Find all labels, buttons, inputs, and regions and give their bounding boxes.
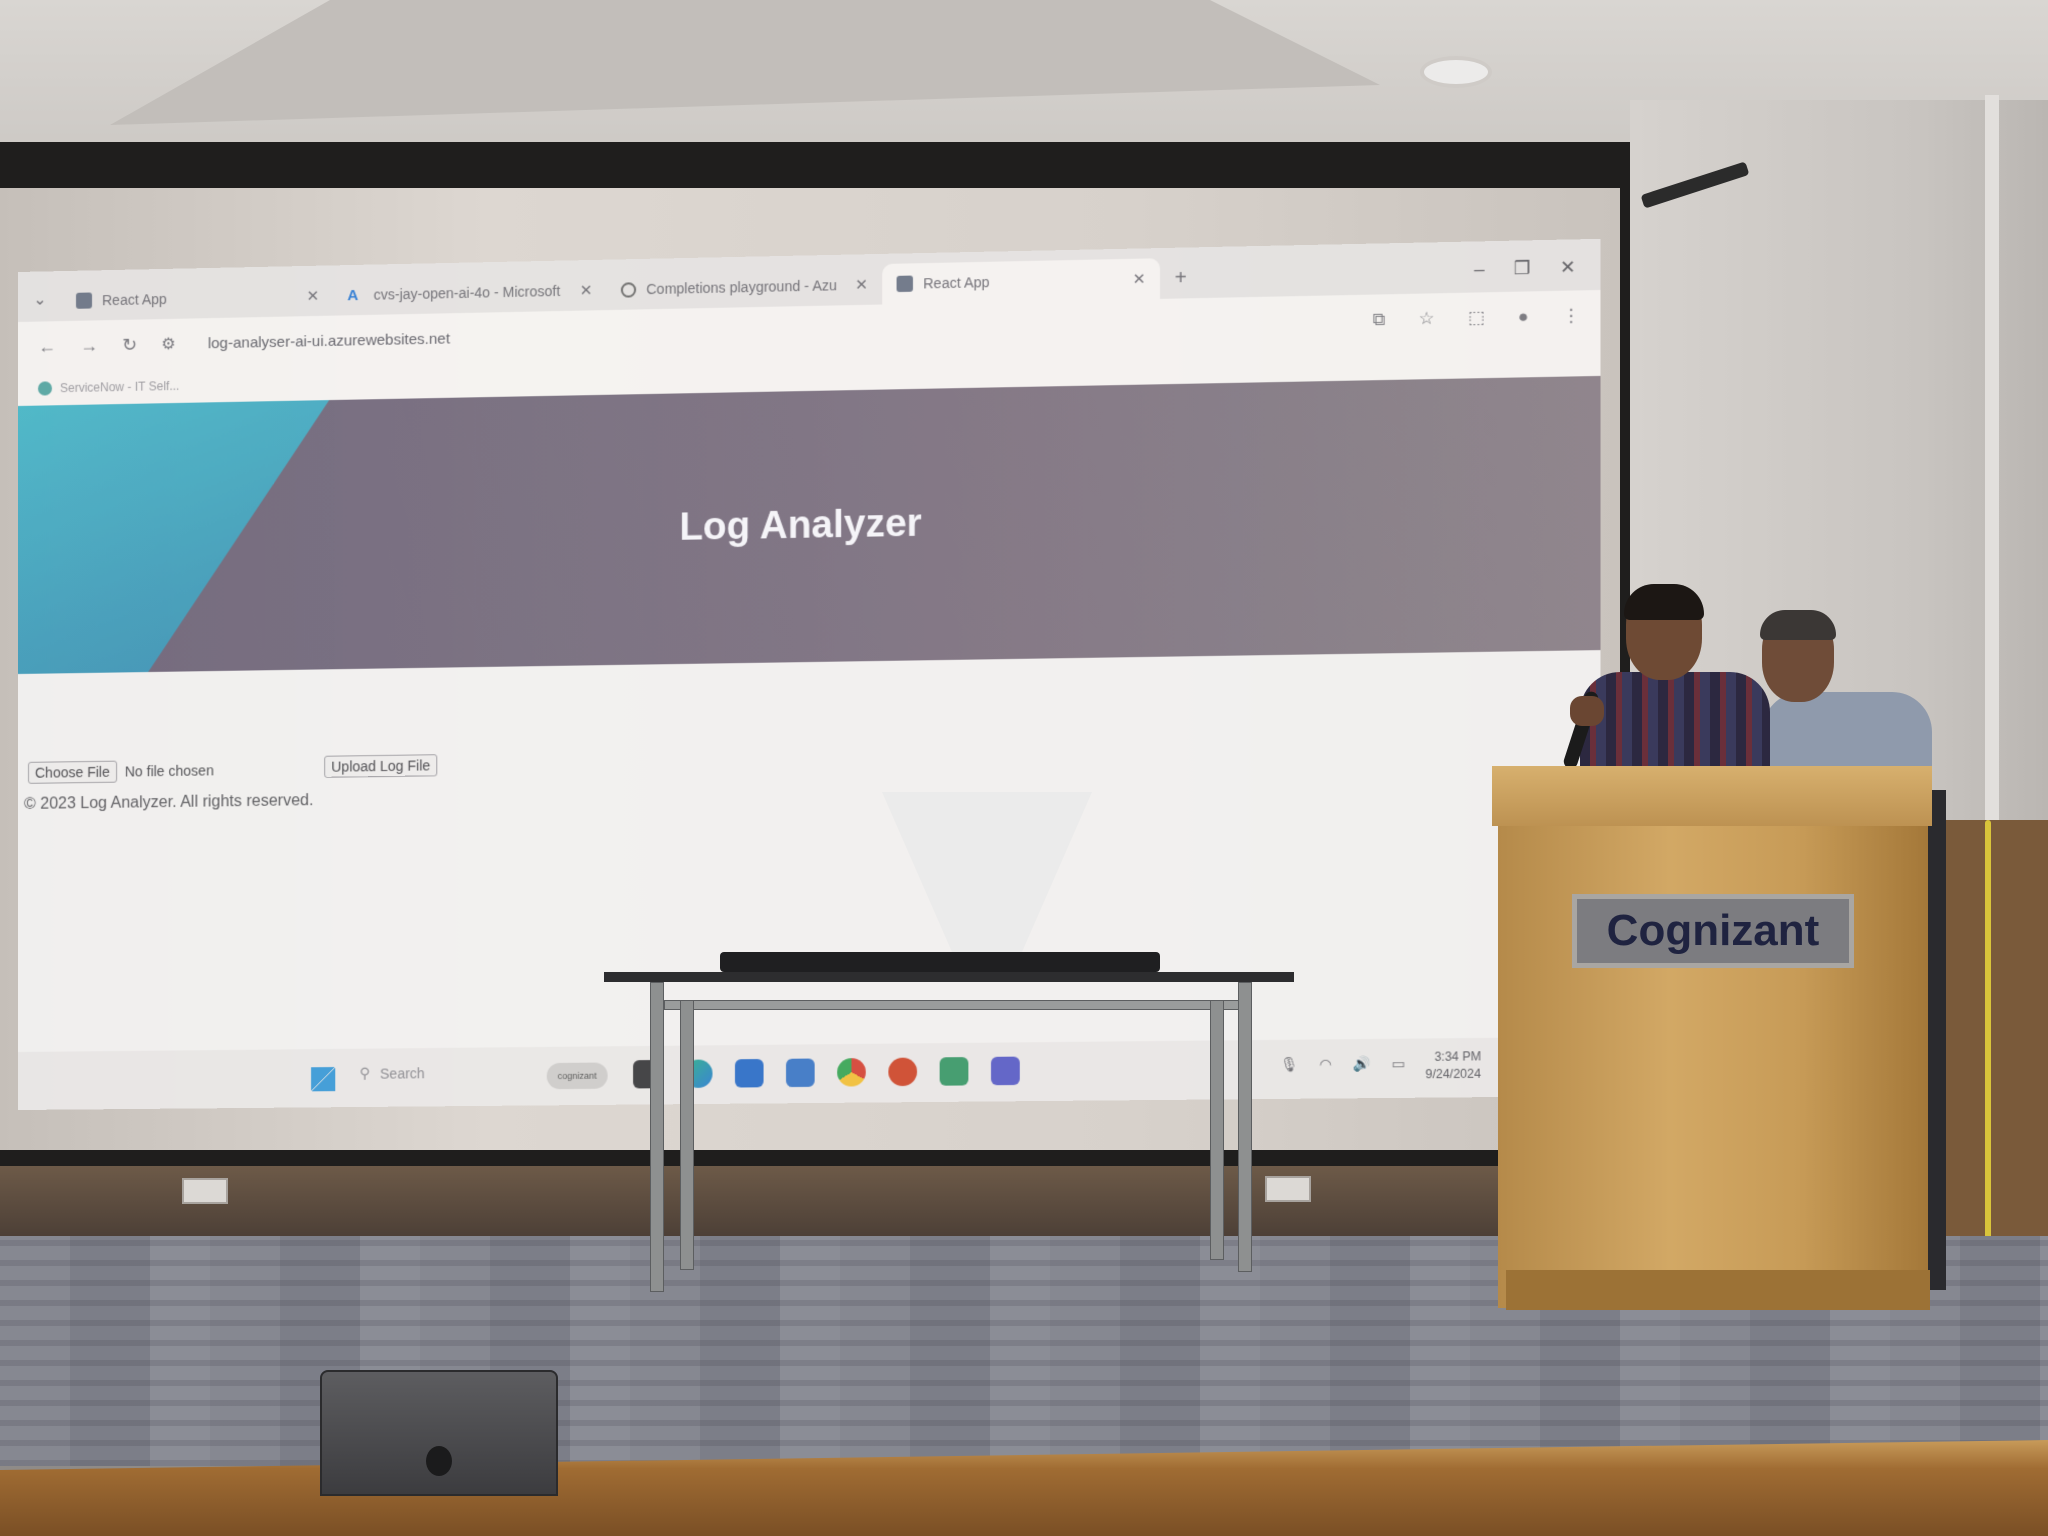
globe-icon xyxy=(620,281,637,298)
store-icon[interactable] xyxy=(734,1058,764,1088)
react-app-icon xyxy=(896,275,913,293)
tab-title: Completions playground - Azu xyxy=(646,277,837,298)
tab-react-app-2[interactable]: React App ✕ xyxy=(882,258,1160,305)
search-label: Search xyxy=(379,1064,425,1082)
podium-top xyxy=(1492,766,1932,826)
hero-banner: Log Analyzer xyxy=(18,375,1601,674)
system-tray: 🎙 ◠ 🔊 ▭ xyxy=(1280,1055,1405,1073)
address-bar[interactable]: log-analyser-ai-ui.azurewebsites.net xyxy=(208,330,450,352)
restore-icon[interactable]: ❐ xyxy=(1514,258,1531,280)
outlook-icon[interactable] xyxy=(786,1058,815,1088)
footer-copyright: © 2023 Log Analyzer. All rights reserved… xyxy=(23,792,314,813)
window-close-icon[interactable]: ✕ xyxy=(1560,257,1576,279)
clock-time: 3:34 PM xyxy=(1434,1049,1482,1064)
presenter-one-hair xyxy=(1624,584,1704,620)
upload-log-file-button[interactable]: Upload Log File xyxy=(324,754,438,778)
back-icon[interactable]: ← xyxy=(38,336,56,357)
power-outlet xyxy=(182,1178,228,1204)
tab-search-chevron-icon[interactable]: ⌄ xyxy=(18,277,62,322)
choose-file-button[interactable]: Choose File xyxy=(27,760,117,784)
tab-title: React App xyxy=(102,290,167,309)
ceiling-light xyxy=(1420,56,1492,88)
file-picker: Choose File No file chosen xyxy=(27,759,214,784)
teams-icon[interactable] xyxy=(990,1056,1020,1086)
file-status: No file chosen xyxy=(124,762,214,780)
clock-date: 9/24/2024 xyxy=(1425,1066,1482,1082)
star-icon[interactable]: ☆ xyxy=(1419,309,1435,330)
extensions-icon[interactable]: ⬚ xyxy=(1468,308,1485,329)
tab-completions-playground[interactable]: Completions playground - Azu ✕ xyxy=(607,264,883,310)
table-leg xyxy=(680,1000,694,1270)
wifi-icon[interactable]: ◠ xyxy=(1319,1056,1332,1073)
taskbar-clock[interactable]: 3:34 PM 9/24/2024 xyxy=(1425,1048,1481,1083)
page-content: Choose File No file chosen Upload Log Fi… xyxy=(18,650,1601,1052)
yellow-cable xyxy=(1985,820,1991,1250)
podium-logo-plate: Cognizant xyxy=(1572,894,1854,968)
power-outlet xyxy=(1265,1176,1311,1202)
windows-start-icon[interactable] xyxy=(311,1067,336,1092)
azure-icon: A xyxy=(347,286,359,305)
battery-icon[interactable]: ▭ xyxy=(1392,1055,1406,1072)
volume-icon[interactable]: 🔊 xyxy=(1353,1055,1371,1073)
presenter-one-shirt xyxy=(1580,672,1770,772)
podium-base xyxy=(1506,1270,1930,1310)
servicenow-icon xyxy=(37,381,52,396)
table-top xyxy=(604,972,1294,982)
cast-icon[interactable]: ⧉ xyxy=(1373,310,1386,331)
bookmark-servicenow[interactable]: ServiceNow - IT Self... xyxy=(60,379,179,395)
presenter-two-hair xyxy=(1760,610,1836,640)
table-leg xyxy=(1210,1000,1224,1260)
wall-pillar xyxy=(1985,95,1999,825)
new-tab-button[interactable]: + xyxy=(1160,257,1201,299)
apple-logo-icon xyxy=(426,1446,452,1476)
toolbar-actions: ⧉ ☆ ⬚ ● ⋮ xyxy=(1373,306,1580,331)
site-info-icon[interactable]: ⚙ xyxy=(161,334,175,354)
microphone-icon[interactable]: 🎙 xyxy=(1280,1056,1298,1073)
laptop xyxy=(320,1370,558,1496)
menu-icon[interactable]: ⋮ xyxy=(1562,306,1580,327)
close-icon[interactable]: ✕ xyxy=(855,275,868,293)
cognizant-widget[interactable]: cognizant xyxy=(546,1062,608,1090)
presenter-hand xyxy=(1570,696,1604,726)
tab-title: cvs-jay-open-ai-4o - Microsoft xyxy=(373,282,561,303)
podium xyxy=(1498,768,1928,1308)
taskbar-search[interactable]: ⚲ Search xyxy=(359,1064,424,1082)
wood-wall-panel xyxy=(1936,820,2048,1240)
close-icon[interactable]: ✕ xyxy=(306,287,319,305)
tab-react-app-1[interactable]: React App ✕ xyxy=(62,275,333,321)
react-app-icon xyxy=(76,292,93,309)
forward-icon[interactable]: → xyxy=(80,335,98,356)
close-icon[interactable]: ✕ xyxy=(1133,270,1146,289)
presenter-two-shirt xyxy=(1762,692,1932,772)
notepad-icon[interactable] xyxy=(939,1057,969,1086)
table-leg xyxy=(1238,982,1252,1272)
profile-icon[interactable]: ● xyxy=(1518,307,1529,328)
table-leg xyxy=(650,982,664,1292)
hologram-display-base xyxy=(720,952,1160,972)
powerpoint-icon[interactable] xyxy=(888,1057,918,1087)
tab-azure[interactable]: A cvs-jay-open-ai-4o - Microsoft ✕ xyxy=(333,270,606,316)
window-controls: – ❐ ✕ xyxy=(1474,256,1601,292)
close-icon[interactable]: ✕ xyxy=(580,281,593,299)
stage-baseboard xyxy=(0,1166,1630,1236)
tab-title: React App xyxy=(923,273,990,292)
chrome-icon[interactable] xyxy=(837,1058,866,1087)
minimize-icon[interactable]: – xyxy=(1474,259,1484,281)
search-icon: ⚲ xyxy=(359,1064,370,1081)
table-crossbar xyxy=(664,1000,1244,1010)
reload-icon[interactable]: ↻ xyxy=(122,334,137,355)
